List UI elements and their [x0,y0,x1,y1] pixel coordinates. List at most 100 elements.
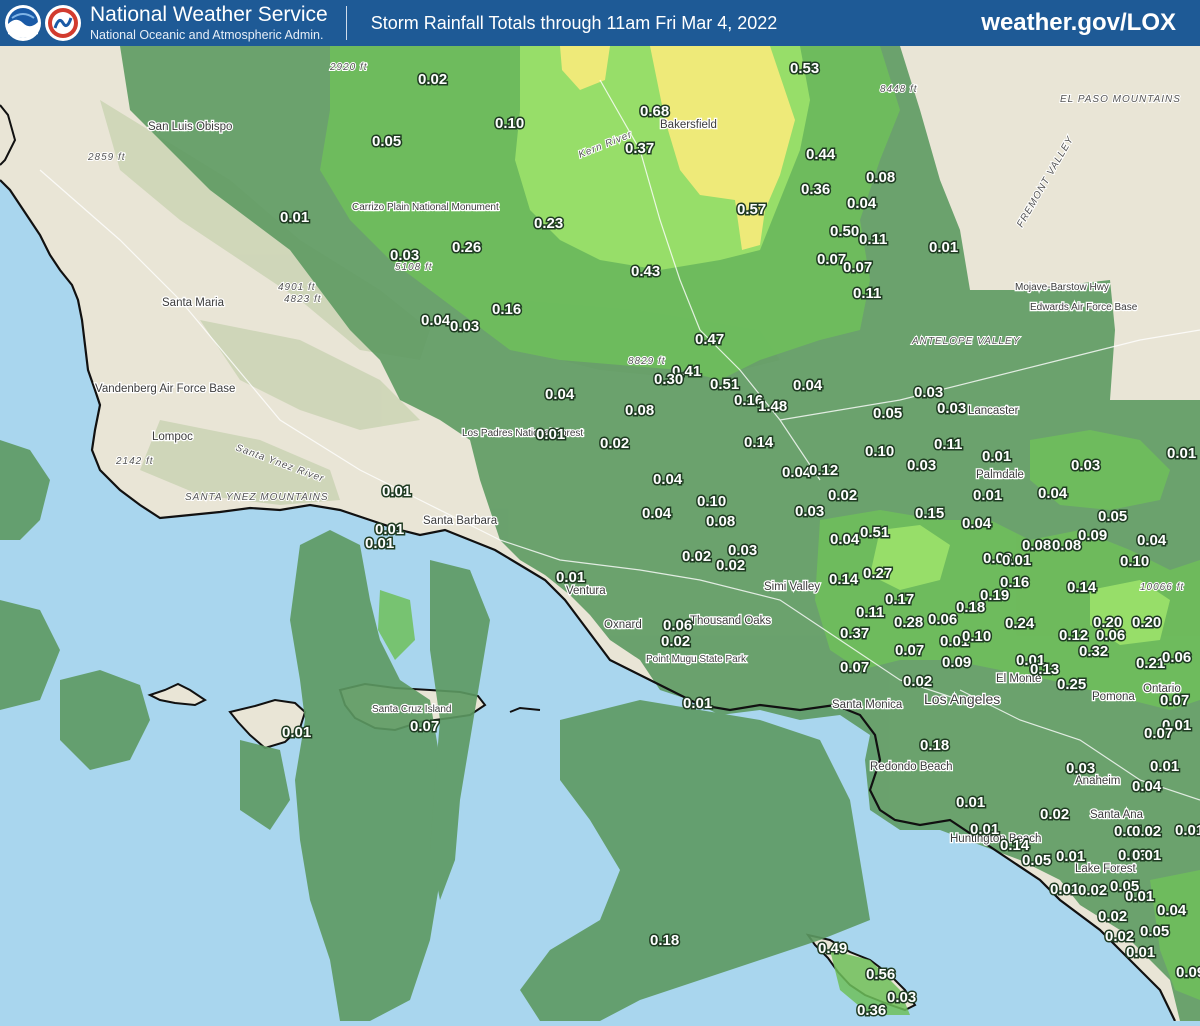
rainfall-value: 0.05 [372,133,401,150]
rainfall-value: 0.12 [1059,627,1088,644]
rainfall-value: 0.43 [631,263,660,280]
rainfall-value: 0.05 [1098,508,1127,525]
elevation-label: 2142 ft [115,456,154,467]
rainfall-value: 0.02 [1040,806,1069,823]
rainfall-value: 0.11 [856,604,884,621]
rainfall-value: 0.09 [1176,964,1200,981]
rainfall-value: 0.32 [1079,643,1108,660]
place-oxnard: Oxnard [604,619,642,631]
elevation-label: 4901 ft [278,282,316,293]
place-los-angeles: Los Angeles [924,691,1000,707]
place-pomona: Pomona [1092,691,1135,703]
place-edwards: Edwards Air Force Base [1030,302,1138,313]
rainfall-value: 0.04 [653,471,683,488]
rainfall-value: 0.37 [625,140,654,157]
rainfall-value: 0.03 [887,989,916,1006]
rainfall-value: 0.01 [1126,944,1155,961]
rainfall-value: 0.08 [706,513,735,530]
rainfall-map[interactable]: San Luis Obispo Santa Maria Vandenberg A… [0,46,1200,1022]
place-santa-ynez: SANTA YNEZ MOUNTAINS [185,492,329,503]
rainfall-value: 0.04 [642,505,672,522]
rainfall-value: 0.51 [710,376,739,393]
rainfall-value: 0.11 [859,231,887,248]
rainfall-value: 0.03 [450,318,479,335]
rainfall-value: 0.26 [452,239,481,256]
rainfall-value: 0.11 [934,436,962,453]
rainfall-value: 0.04 [782,464,812,481]
rainfall-value: 0.12 [809,462,838,479]
rainfall-value: 0.07 [410,718,439,735]
rainfall-value: 0.44 [806,146,836,163]
place-el-paso-mountains: EL PASO MOUNTAINS [1060,94,1181,105]
rainfall-value: 0.68 [640,103,669,120]
rainfall-value: 0.01 [929,239,958,256]
rainfall-value: 0.51 [860,524,889,541]
rainfall-value: 0.28 [894,614,923,631]
rainfall-value: 0.07 [843,259,872,276]
rainfall-value: 0.06 [928,611,957,628]
rainfall-value: 0.10 [1120,553,1149,570]
rainfall-value: 0.11 [853,285,881,302]
place-palmdale: Palmdale [976,469,1024,481]
rainfall-value: 0.57 [737,201,766,218]
elevation-label: 10066 ft [1140,582,1184,593]
header-divider [345,6,347,40]
rainfall-value: 0.20 [1132,614,1161,631]
rainfall-value: 0.23 [534,215,563,232]
rainfall-value: 0.10 [697,493,726,510]
elevation-label: 2859 ft [87,152,126,163]
nws-logo-icon [45,5,81,41]
org-subtitle: National Oceanic and Atmospheric Admin. [90,28,324,43]
rainfall-value: 0.07 [895,642,924,659]
rainfall-value: 0.47 [695,331,724,348]
rainfall-value: 1.48 [758,398,787,415]
place-simi-valley: Simi Valley [764,581,820,593]
rainfall-value: 0.01 [365,535,394,552]
rainfall-value: 0.03 [937,400,966,417]
rainfall-value: 0.01 [382,483,411,500]
rainfall-value: 0.01 [1002,552,1031,569]
rainfall-value: 0.17 [885,591,914,608]
rainfall-value: 0.13 [1030,661,1059,678]
rainfall-value: 0.10 [962,628,991,645]
place-santa-ana: Santa Ana [1090,809,1144,821]
place-lancaster: Lancaster [968,405,1019,417]
rainfall-value: 0.01 [1132,847,1161,864]
rainfall-value: 0.50 [830,223,859,240]
rainfall-value: 0.36 [801,181,830,198]
site-link[interactable]: weather.gov/LOX [981,9,1176,37]
rainfall-value: 0.04 [793,377,823,394]
rainfall-value: 0.07 [1144,725,1173,742]
rainfall-value: 0.04 [1157,902,1187,919]
place-bakersfield: Bakersfield [660,119,717,131]
rainfall-value: 0.05 [1140,923,1169,940]
place-mojave-hwy: Mojave-Barstow Hwy [1015,282,1109,293]
rainfall-value: 0.02 [716,557,745,574]
rainfall-value: 0.08 [866,169,895,186]
rainfall-value: 0.06 [663,617,692,634]
rainfall-value: 0.01 [973,487,1002,504]
rainfall-value: 0.01 [970,821,999,838]
rainfall-value: 0.01 [536,426,565,443]
rainfall-value: 0.14 [744,434,774,451]
rainfall-value: 0.01 [1175,822,1200,839]
header-bar: National Weather Service National Oceani… [0,0,1200,46]
rainfall-value: 0.03 [390,247,419,264]
rainfall-value: 0.02 [828,487,857,504]
place-san-luis-obispo: San Luis Obispo [148,121,232,133]
rainfall-value: 0.01 [956,794,985,811]
map-canvas: San Luis Obispo Santa Maria Vandenberg A… [0,46,1200,1022]
rainfall-value: 0.07 [840,659,869,676]
logos [4,4,82,42]
rainfall-value-coast: 0.01 [683,695,712,712]
rainfall-value: 0.04 [1038,485,1068,502]
rainfall-value: 0.27 [863,565,892,582]
rainfall-value: 0.16 [1000,574,1029,591]
place-thousand-oaks: Thousand Oaks [690,615,771,627]
place-santa-maria: Santa Maria [162,297,225,309]
rainfall-value: 0.07 [1160,692,1189,709]
place-santa-monica: Santa Monica [832,699,903,711]
rainfall-value: 0.37 [840,625,869,642]
place-antelope-valley: ANTELOPE VALLEY [911,336,1021,347]
place-redondo-beach: Redondo Beach [870,761,952,773]
